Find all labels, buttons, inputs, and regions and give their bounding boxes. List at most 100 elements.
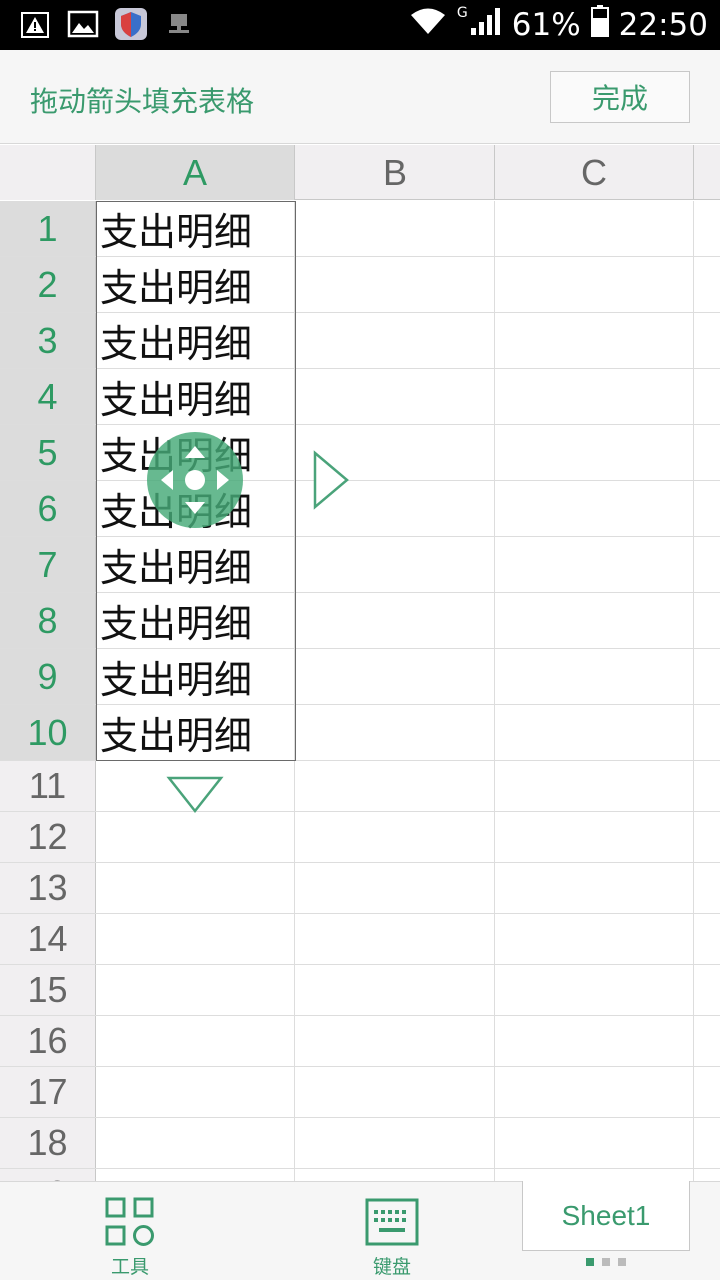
table-row: 16: [0, 1016, 720, 1067]
table-row: 17: [0, 1067, 720, 1118]
table-row: 10 支出明细: [0, 705, 720, 761]
cell-c[interactable]: [495, 369, 694, 424]
tools-button[interactable]: 工具: [98, 1182, 162, 1281]
row-header[interactable]: 4: [0, 369, 96, 424]
column-header-c[interactable]: C: [495, 145, 694, 200]
table-row: 5支出明细: [0, 425, 720, 481]
cell-a[interactable]: 支出明细: [96, 313, 295, 368]
cell-c[interactable]: [495, 1016, 694, 1066]
table-row: 6支出明细: [0, 481, 720, 537]
cell-b[interactable]: [296, 1067, 495, 1117]
column-header-a[interactable]: A: [96, 145, 295, 200]
cell-c[interactable]: [495, 313, 694, 368]
cell-c[interactable]: [495, 257, 694, 312]
cell-b[interactable]: [296, 965, 495, 1015]
table-row: 19: [0, 1169, 720, 1181]
cell-c[interactable]: [495, 863, 694, 913]
cell-b[interactable]: [296, 369, 495, 424]
cell-a[interactable]: 支出明细: [96, 537, 295, 592]
fill-down-arrow-icon[interactable]: [166, 775, 224, 819]
row-header[interactable]: 14: [0, 914, 96, 964]
row-header[interactable]: 9: [0, 649, 96, 704]
cell-c[interactable]: [495, 1118, 694, 1168]
cell-a[interactable]: [96, 1016, 295, 1066]
cell-c[interactable]: [495, 761, 694, 811]
cell-b[interactable]: [296, 537, 495, 592]
cell-c[interactable]: [495, 425, 694, 480]
cell-a[interactable]: [96, 1067, 295, 1117]
row-header[interactable]: 15: [0, 965, 96, 1015]
cell-c[interactable]: [495, 914, 694, 964]
row-header[interactable]: 12: [0, 812, 96, 862]
cell-c[interactable]: [495, 201, 694, 256]
clock: 22:50: [618, 7, 708, 43]
cell-b[interactable]: [296, 705, 495, 760]
table-row: 2 支出明细: [0, 257, 720, 313]
cell-a[interactable]: 支出明细: [96, 369, 295, 424]
cell-b[interactable]: [296, 1118, 495, 1168]
spreadsheet-grid[interactable]: A B C 1支出明细2支出明细3支出明细4支出明细5支出明细6支出明细7支出明…: [0, 145, 720, 1181]
row-header[interactable]: 5: [0, 425, 96, 480]
cell-a[interactable]: 支出明细: [96, 593, 295, 648]
keyboard-button[interactable]: 键盘: [360, 1182, 424, 1281]
cell-b[interactable]: [296, 593, 495, 648]
hint-title: 拖动箭头填充表格: [30, 85, 255, 118]
sheet-page-indicator: [586, 1258, 626, 1266]
cell-a[interactable]: 支出明细: [96, 201, 295, 256]
row-header[interactable]: 3: [0, 313, 96, 368]
cell-b[interactable]: [296, 1016, 495, 1066]
row-header[interactable]: 17: [0, 1067, 96, 1117]
cell-c[interactable]: [495, 965, 694, 1015]
cell-a[interactable]: [96, 1169, 295, 1181]
row-header[interactable]: 13: [0, 863, 96, 913]
sheet-tab-sheet1[interactable]: Sheet1: [522, 1181, 690, 1251]
cell-c[interactable]: [495, 537, 694, 592]
row-header[interactable]: 1: [0, 201, 96, 256]
row-header[interactable]: 6: [0, 481, 96, 536]
table-row: 12: [0, 812, 720, 863]
bottom-bar: 工具 键盘 Sheet1: [0, 1181, 720, 1280]
page-dot: [586, 1258, 594, 1266]
cell-c[interactable]: [495, 593, 694, 648]
cell-b[interactable]: [296, 201, 495, 256]
cell-a[interactable]: [96, 965, 295, 1015]
select-all-corner[interactable]: [0, 145, 96, 200]
row-header[interactable]: 10: [0, 705, 96, 760]
cell-b[interactable]: [296, 257, 495, 312]
cell-c[interactable]: [495, 649, 694, 704]
row-header[interactable]: 8: [0, 593, 96, 648]
row-header[interactable]: 7: [0, 537, 96, 592]
keyboard-icon: [365, 1198, 419, 1246]
fill-right-arrow-icon[interactable]: [312, 450, 352, 514]
cell-a[interactable]: 支出明细: [96, 649, 295, 704]
cell-b[interactable]: [296, 1169, 495, 1181]
cell-b[interactable]: [296, 313, 495, 368]
cell-a[interactable]: [96, 1118, 295, 1168]
signal-icon: [470, 6, 502, 44]
cell-c[interactable]: [495, 1067, 694, 1117]
row-header[interactable]: 19: [0, 1169, 96, 1181]
cell-c[interactable]: [495, 1169, 694, 1181]
row-header[interactable]: 16: [0, 1016, 96, 1066]
move-handle[interactable]: [147, 432, 243, 528]
keyboard-label: 键盘: [372, 1256, 411, 1278]
status-right: G 61% 22:50: [409, 0, 708, 50]
cell-b[interactable]: [296, 812, 495, 862]
cell-a[interactable]: [96, 863, 295, 913]
cell-b[interactable]: [296, 649, 495, 704]
column-header-b[interactable]: B: [296, 145, 495, 200]
cell-a[interactable]: 支出明细: [96, 705, 295, 760]
cell-c[interactable]: [495, 705, 694, 760]
cell-a[interactable]: [96, 914, 295, 964]
cell-b[interactable]: [296, 914, 495, 964]
cell-c[interactable]: [495, 812, 694, 862]
cell-a[interactable]: [96, 812, 295, 862]
row-header[interactable]: 2: [0, 257, 96, 312]
row-header[interactable]: 11: [0, 761, 96, 811]
cell-c[interactable]: [495, 481, 694, 536]
cell-b[interactable]: [296, 761, 495, 811]
cell-b[interactable]: [296, 863, 495, 913]
cell-a[interactable]: 支出明细: [96, 257, 295, 312]
done-button[interactable]: 完成: [550, 71, 690, 123]
row-header[interactable]: 18: [0, 1118, 96, 1168]
